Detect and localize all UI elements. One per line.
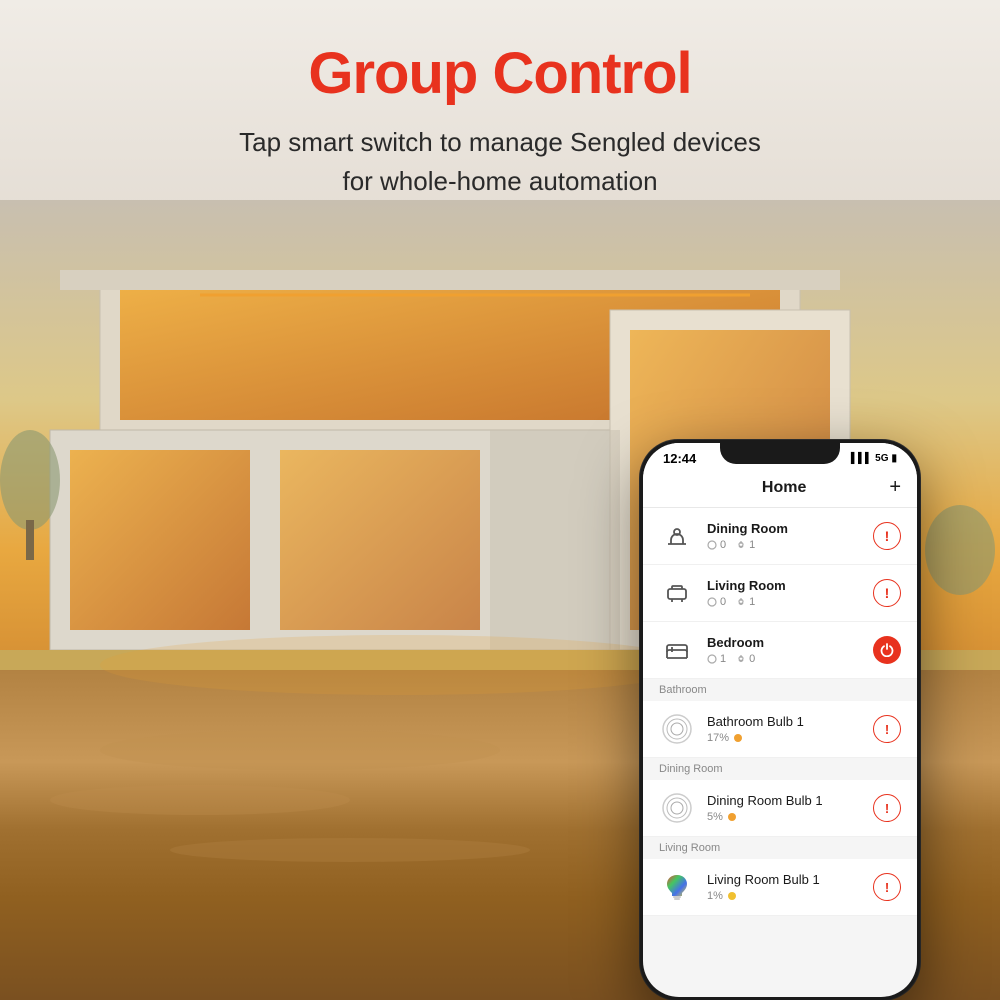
room-item-living[interactable]: Living Room 0 1: [643, 565, 917, 622]
bathroom-bulb1-status: 17%: [707, 732, 861, 744]
phone-container: 12:44 ▌▌▌ 5G ▮ Home +: [640, 440, 920, 1000]
dining-bulb1-status: 5%: [707, 811, 861, 823]
dining-bulb1-info: Dining Room Bulb 1 5%: [707, 793, 861, 823]
phone-notch: [720, 440, 840, 464]
dining-bulb-icon: [659, 790, 695, 826]
bathroom-bulb-icon: [659, 711, 695, 747]
living-stat2: 1: [736, 596, 755, 608]
living-bulb1-alert[interactable]: !: [873, 873, 901, 901]
app-title: Home: [679, 479, 889, 497]
dining-room-alert[interactable]: !: [873, 522, 901, 550]
header-section: Group Control Tap smart switch to manage…: [0, 0, 1000, 201]
bedroom-icon: [659, 632, 695, 668]
subtitle: Tap smart switch to manage Sengled devic…: [0, 123, 1000, 201]
dining-stat1: 0: [707, 539, 726, 551]
main-title: Group Control: [0, 40, 1000, 107]
section-dining: Dining Room: [643, 758, 917, 780]
subtitle-line2: for whole-home automation: [342, 166, 657, 196]
add-home-button[interactable]: +: [889, 476, 901, 499]
page-wrapper: Group Control Tap smart switch to manage…: [0, 0, 1000, 1000]
living-brightness: 1%: [707, 890, 723, 902]
bedroom-info: Bedroom 1 0: [707, 635, 861, 665]
bathroom-status-dot: [734, 734, 742, 742]
living-bulb-icon: [659, 869, 695, 905]
living-bulb1-name: Living Room Bulb 1: [707, 872, 861, 887]
status-time: 12:44: [663, 451, 696, 466]
living-status-dot: [728, 892, 736, 900]
room-item-bedroom[interactable]: Bedroom 1 0: [643, 622, 917, 679]
bathroom-bulb1-alert[interactable]: !: [873, 715, 901, 743]
section-bathroom: Bathroom: [643, 679, 917, 701]
living-room-stats: 0 1: [707, 596, 861, 608]
subtitle-line1: Tap smart switch to manage Sengled devic…: [239, 127, 761, 157]
device-living-bulb1[interactable]: Living Room Bulb 1 1% !: [643, 859, 917, 916]
app-header: Home +: [643, 470, 917, 508]
living-stat1: 0: [707, 596, 726, 608]
living-room-info: Living Room 0 1: [707, 578, 861, 608]
bedroom-stats: 1 0: [707, 653, 861, 665]
dining-stat2-val: 1: [749, 539, 755, 551]
living-bulb1-info: Living Room Bulb 1 1%: [707, 872, 861, 902]
room-item-dining[interactable]: Dining Room 0 1: [643, 508, 917, 565]
device-bathroom-bulb1[interactable]: Bathroom Bulb 1 17% !: [643, 701, 917, 758]
room-list: Dining Room 0 1: [643, 508, 917, 679]
living-room-name: Living Room: [707, 578, 861, 593]
living-room-icon: [659, 575, 695, 611]
signal-icon: ▌▌▌: [851, 453, 872, 464]
status-icons: ▌▌▌ 5G ▮: [851, 453, 897, 464]
dining-brightness: 5%: [707, 811, 723, 823]
bathroom-bulb1-name: Bathroom Bulb 1: [707, 714, 861, 729]
dining-room-name: Dining Room: [707, 521, 861, 536]
bedroom-stat1-val: 1: [720, 653, 726, 665]
dining-bulb1-alert[interactable]: !: [873, 794, 901, 822]
phone-screen: 12:44 ▌▌▌ 5G ▮ Home +: [643, 443, 917, 997]
bathroom-brightness: 17%: [707, 732, 729, 744]
phone-body: 12:44 ▌▌▌ 5G ▮ Home +: [640, 440, 920, 1000]
battery-icon: ▮: [891, 453, 897, 464]
dining-room-info: Dining Room 0 1: [707, 521, 861, 551]
living-stat2-val: 1: [749, 596, 755, 608]
living-room-alert[interactable]: !: [873, 579, 901, 607]
living-stat1-val: 0: [720, 596, 726, 608]
living-bulb1-status: 1%: [707, 890, 861, 902]
bedroom-stat2: 0: [736, 653, 755, 665]
dining-stat2: 1: [736, 539, 755, 551]
device-dining-bulb1[interactable]: Dining Room Bulb 1 5% !: [643, 780, 917, 837]
network-label: 5G: [875, 453, 888, 464]
dining-status-dot: [728, 813, 736, 821]
bedroom-power[interactable]: [873, 636, 901, 664]
dining-bulb1-name: Dining Room Bulb 1: [707, 793, 861, 808]
dining-room-icon: [659, 518, 695, 554]
dining-stat1-val: 0: [720, 539, 726, 551]
section-living: Living Room: [643, 837, 917, 859]
bedroom-stat1: 1: [707, 653, 726, 665]
bathroom-bulb1-info: Bathroom Bulb 1 17%: [707, 714, 861, 744]
bedroom-stat2-val: 0: [749, 653, 755, 665]
dining-room-stats: 0 1: [707, 539, 861, 551]
bedroom-name: Bedroom: [707, 635, 861, 650]
